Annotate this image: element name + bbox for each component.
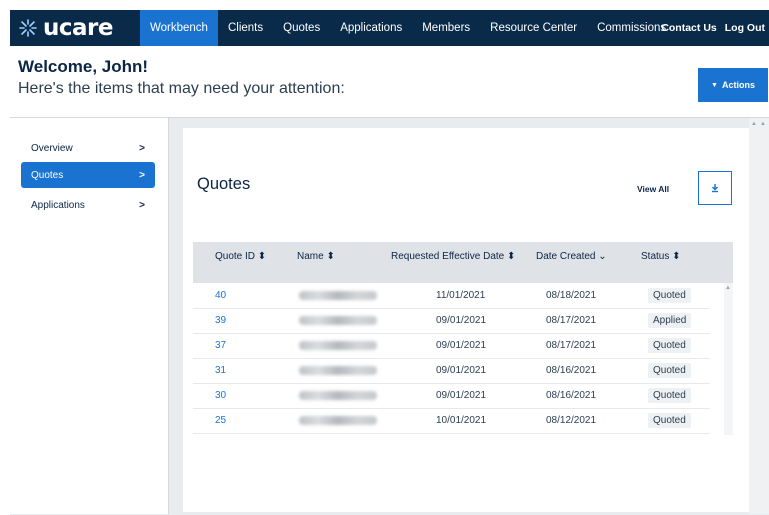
redacted-name bbox=[299, 366, 377, 375]
effective-date: 09/01/2021 bbox=[436, 365, 487, 376]
quote-id-link[interactable]: 40 bbox=[215, 283, 226, 308]
quote-id-link[interactable]: 25 bbox=[215, 408, 226, 433]
table-header: Quote ID ⬍ Name ⬍ Requested Effective Da… bbox=[193, 242, 733, 283]
sidebar-item-applications[interactable]: Applications > bbox=[21, 192, 155, 218]
sidebar-item-label: Quotes bbox=[31, 169, 64, 181]
status-badge: Applied bbox=[648, 313, 692, 328]
table-row[interactable]: 39 09/01/2021 08/17/2021 Applied bbox=[193, 308, 710, 334]
chevron-down-icon: ▼ bbox=[711, 81, 718, 89]
column-header-status[interactable]: Status ⬍ bbox=[641, 242, 681, 283]
view-all-link[interactable]: View All bbox=[637, 184, 669, 194]
nav-item-members[interactable]: Members bbox=[412, 10, 480, 46]
nav-item-workbench[interactable]: Workbench bbox=[140, 10, 218, 46]
log-out-link[interactable]: Log Out bbox=[721, 10, 769, 46]
date-created: 08/17/2021 bbox=[546, 340, 597, 351]
table-row[interactable]: 25 10/01/2021 08/12/2021 Quoted bbox=[193, 408, 710, 434]
nav-item-applications[interactable]: Applications bbox=[330, 10, 412, 46]
status-badge: Quoted bbox=[648, 363, 691, 378]
nav-item-clients[interactable]: Clients bbox=[218, 10, 273, 46]
table-row[interactable]: 30 09/01/2021 08/16/2021 Quoted bbox=[193, 383, 710, 409]
ucare-logo[interactable]: ucare bbox=[10, 10, 140, 46]
nav-right: Contact Us Log Out bbox=[657, 10, 769, 46]
sidebar: Overview > Quotes > Applications > bbox=[10, 118, 169, 514]
status-badge: Quoted bbox=[648, 338, 691, 353]
column-header-quote-id[interactable]: Quote ID ⬍ bbox=[215, 242, 266, 283]
table-row[interactable]: 31 09/01/2021 08/16/2021 Quoted bbox=[193, 358, 710, 384]
date-created: 08/16/2021 bbox=[546, 365, 597, 376]
quote-id-link[interactable]: 31 bbox=[215, 358, 226, 383]
sidebar-item-label: Applications bbox=[31, 199, 85, 211]
table-scrollbar[interactable] bbox=[724, 283, 733, 435]
download-icon bbox=[712, 184, 718, 193]
scroll-up-icon[interactable]: ▲ bbox=[760, 121, 766, 127]
redacted-name bbox=[299, 291, 377, 300]
scroll-up-icon[interactable]: ▲ bbox=[725, 285, 731, 291]
chevron-right-icon: > bbox=[139, 169, 145, 181]
redacted-name bbox=[299, 416, 377, 425]
chevron-right-icon: > bbox=[139, 142, 145, 154]
nav-items: Workbench Clients Quotes Applications Me… bbox=[140, 10, 676, 46]
redacted-name bbox=[299, 391, 377, 400]
sidebar-item-quotes[interactable]: Quotes > bbox=[21, 162, 155, 188]
welcome-subtitle: Here's the items that may need your atte… bbox=[18, 80, 345, 97]
column-header-date-created[interactable]: Date Created ⌄ bbox=[536, 242, 607, 283]
date-created: 08/17/2021 bbox=[546, 315, 597, 326]
date-created: 08/16/2021 bbox=[546, 390, 597, 401]
quote-id-link[interactable]: 30 bbox=[215, 383, 226, 408]
logo-mark-icon bbox=[19, 19, 37, 37]
date-created: 08/12/2021 bbox=[546, 415, 597, 426]
redacted-name bbox=[299, 341, 377, 350]
effective-date: 09/01/2021 bbox=[436, 340, 487, 351]
download-button[interactable] bbox=[698, 171, 732, 205]
effective-date: 09/01/2021 bbox=[436, 390, 487, 401]
page-scrollbar[interactable]: ▲ ▲ bbox=[749, 118, 769, 514]
contact-us-link[interactable]: Contact Us bbox=[657, 10, 720, 46]
effective-date: 11/01/2021 bbox=[436, 290, 486, 301]
table-row[interactable]: 40 11/01/2021 08/18/2021 Quoted bbox=[193, 283, 710, 309]
quotes-table-body: 40 11/01/2021 08/18/2021 Quoted 39 09/01… bbox=[193, 283, 733, 435]
effective-date: 09/01/2021 bbox=[436, 315, 487, 326]
quote-id-link[interactable]: 39 bbox=[215, 308, 226, 333]
date-created: 08/18/2021 bbox=[546, 290, 597, 301]
effective-date: 10/01/2021 bbox=[436, 415, 487, 426]
actions-button[interactable]: ▼ Actions bbox=[698, 68, 768, 102]
brand-name: ucare bbox=[43, 15, 113, 41]
column-header-effective-date[interactable]: Requested Effective Date ⬍ bbox=[391, 242, 515, 283]
chevron-right-icon: > bbox=[139, 199, 145, 211]
top-nav: ucare Workbench Clients Quotes Applicati… bbox=[10, 10, 769, 46]
nav-item-quotes[interactable]: Quotes bbox=[273, 10, 330, 46]
actions-label: Actions bbox=[721, 80, 755, 90]
status-badge: Quoted bbox=[648, 388, 691, 403]
column-header-name[interactable]: Name ⬍ bbox=[297, 242, 335, 283]
table-row[interactable]: 37 09/01/2021 08/17/2021 Quoted bbox=[193, 333, 710, 359]
status-badge: Quoted bbox=[648, 413, 691, 428]
nav-item-resource-center[interactable]: Resource Center bbox=[480, 10, 587, 46]
panel-title: Quotes bbox=[197, 175, 251, 193]
status-badge: Quoted bbox=[648, 288, 691, 303]
redacted-name bbox=[299, 316, 377, 325]
quote-id-link[interactable]: 37 bbox=[215, 333, 226, 358]
welcome-heading: Welcome, John! bbox=[18, 57, 149, 76]
sidebar-item-label: Overview bbox=[31, 142, 73, 154]
scroll-up-icon[interactable]: ▲ bbox=[751, 121, 757, 127]
sidebar-item-overview[interactable]: Overview > bbox=[21, 135, 155, 161]
